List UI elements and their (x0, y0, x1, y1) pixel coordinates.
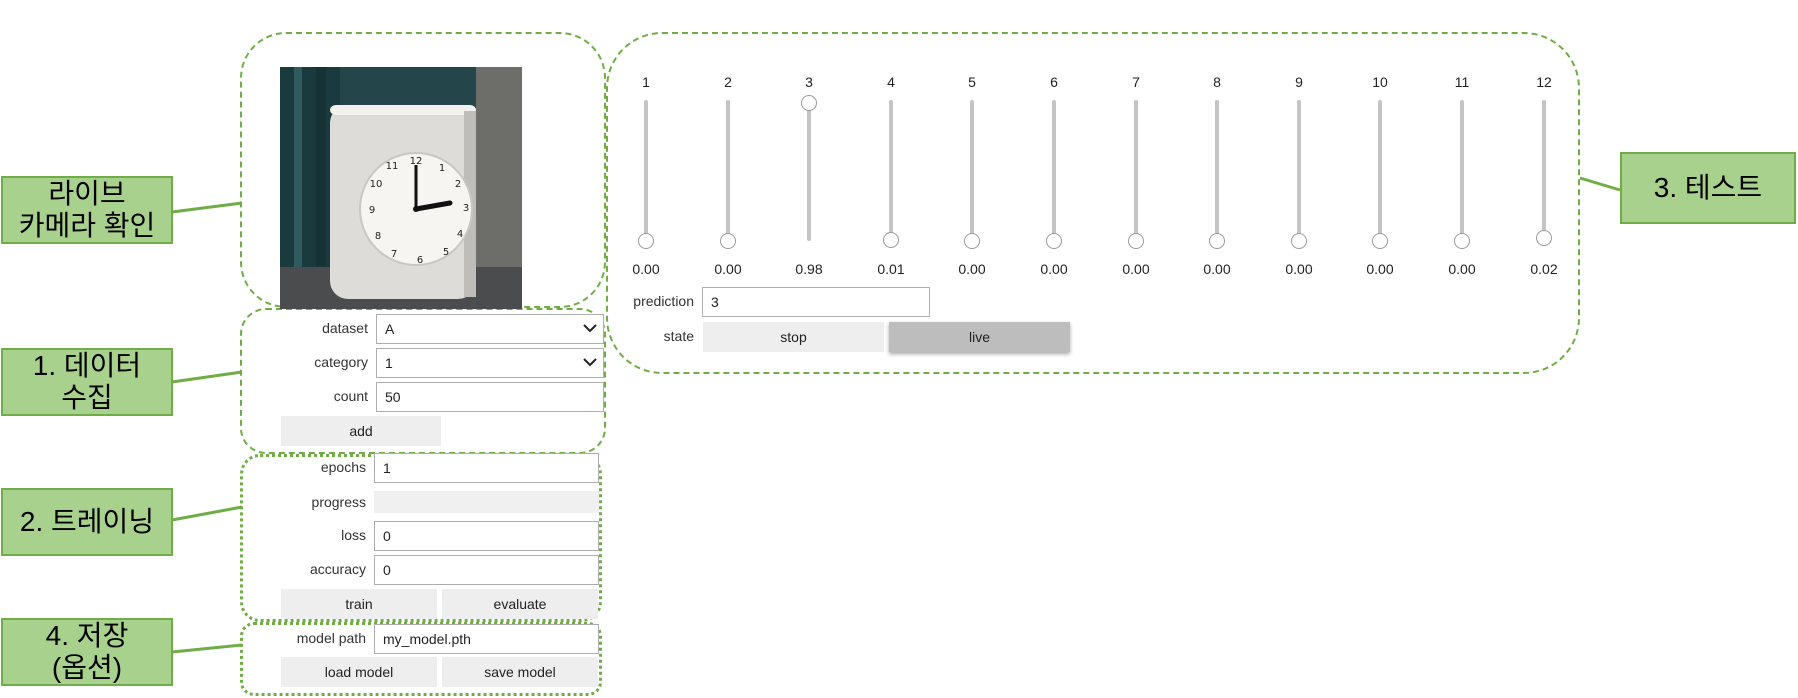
slider-value-5: 0.00 (958, 261, 986, 277)
slider-value-2: 0.00 (714, 261, 742, 277)
category-select-value: 1 (385, 355, 393, 371)
slider-handle-7[interactable] (1128, 233, 1144, 249)
slider-track-2[interactable] (726, 100, 730, 241)
slider-label-8: 8 (1213, 74, 1221, 90)
slider-handle-1[interactable] (638, 233, 654, 249)
slider-value-11: 0.00 (1448, 261, 1476, 277)
train-button[interactable]: train (281, 589, 437, 619)
category-label: category (314, 354, 368, 370)
load-model-button[interactable]: load model (281, 657, 437, 687)
evaluate-button[interactable]: evaluate (442, 589, 598, 619)
slider-value-8: 0.00 (1203, 261, 1231, 277)
slider-label-4: 4 (887, 74, 895, 90)
slider-label-6: 6 (1050, 74, 1058, 90)
model-path-input[interactable]: my_model.pth (374, 624, 599, 654)
accuracy-label: accuracy (309, 561, 366, 577)
loss-output: 0 (374, 521, 599, 551)
slider-handle-5[interactable] (964, 233, 980, 249)
live-button[interactable]: live (889, 322, 1070, 352)
slider-value-4: 0.01 (877, 261, 905, 277)
callout-data-collection: 1. 데이터 수집 (1, 348, 173, 416)
loss-label: loss (341, 527, 366, 543)
slider-track-3[interactable] (807, 100, 811, 241)
progress-bar (374, 491, 599, 513)
slider-track-7[interactable] (1134, 100, 1138, 241)
callout-training: 2. 트레이닝 (1, 488, 173, 556)
slider-label-3: 3 (805, 74, 813, 90)
slider-value-9: 0.00 (1285, 261, 1313, 277)
slider-value-3: 0.98 (795, 261, 823, 277)
slider-track-12[interactable] (1542, 100, 1546, 241)
slider-track-5[interactable] (970, 100, 974, 241)
slider-track-8[interactable] (1215, 100, 1219, 241)
callout-save: 4. 저장 (옵션) (1, 618, 173, 686)
slider-track-11[interactable] (1460, 100, 1464, 241)
save-model-button[interactable]: save model (442, 657, 598, 687)
slider-handle-8[interactable] (1209, 233, 1225, 249)
accuracy-output: 0 (374, 555, 599, 585)
count-input[interactable]: 50 (376, 382, 604, 412)
slider-value-7: 0.00 (1122, 261, 1150, 277)
slider-value-6: 0.00 (1040, 261, 1068, 277)
slider-value-12: 0.02 (1530, 261, 1558, 277)
slider-track-1[interactable] (644, 100, 648, 241)
model-path-label: model path (296, 630, 366, 646)
slider-handle-9[interactable] (1291, 233, 1307, 249)
count-label: count (333, 388, 368, 404)
epochs-label: epochs (320, 459, 366, 475)
category-select[interactable]: 1 (376, 348, 604, 378)
chevron-down-icon (583, 358, 597, 367)
slider-label-7: 7 (1132, 74, 1140, 90)
epochs-input[interactable]: 1 (374, 453, 599, 483)
state-label: state (663, 328, 694, 344)
slider-label-12: 12 (1536, 74, 1552, 90)
slider-label-10: 10 (1372, 74, 1388, 90)
slider-handle-6[interactable] (1046, 233, 1062, 249)
add-button[interactable]: add (281, 416, 441, 446)
slider-label-1: 1 (642, 74, 650, 90)
slider-handle-2[interactable] (720, 233, 736, 249)
slider-label-11: 11 (1454, 74, 1470, 90)
slider-value-1: 0.00 (632, 261, 660, 277)
dataset-label: dataset (322, 320, 368, 336)
slider-track-4[interactable] (889, 100, 893, 241)
slider-label-5: 5 (968, 74, 976, 90)
slider-label-2: 2 (724, 74, 732, 90)
slider-value-10: 0.00 (1366, 261, 1394, 277)
test-sliders: 1 0.00 2 0.00 3 0.98 4 0.01 5 0.00 6 0.00 7 0.00 8 0.00… (0, 0, 1798, 290)
chevron-down-icon (583, 324, 597, 333)
progress-label: progress (311, 494, 366, 510)
slider-handle-3[interactable] (801, 94, 817, 111)
prediction-output: 3 (702, 287, 930, 317)
slider-handle-10[interactable] (1372, 233, 1388, 249)
slider-track-6[interactable] (1052, 100, 1056, 241)
slider-handle-12[interactable] (1536, 230, 1552, 247)
slider-handle-11[interactable] (1454, 233, 1470, 249)
slider-track-9[interactable] (1297, 100, 1301, 241)
slider-track-10[interactable] (1378, 100, 1382, 241)
dataset-select[interactable]: A (376, 314, 604, 344)
slider-label-9: 9 (1295, 74, 1303, 90)
stop-button[interactable]: stop (703, 322, 884, 352)
prediction-label: prediction (633, 293, 694, 309)
slider-handle-4[interactable] (883, 231, 899, 248)
dataset-select-value: A (385, 321, 395, 337)
